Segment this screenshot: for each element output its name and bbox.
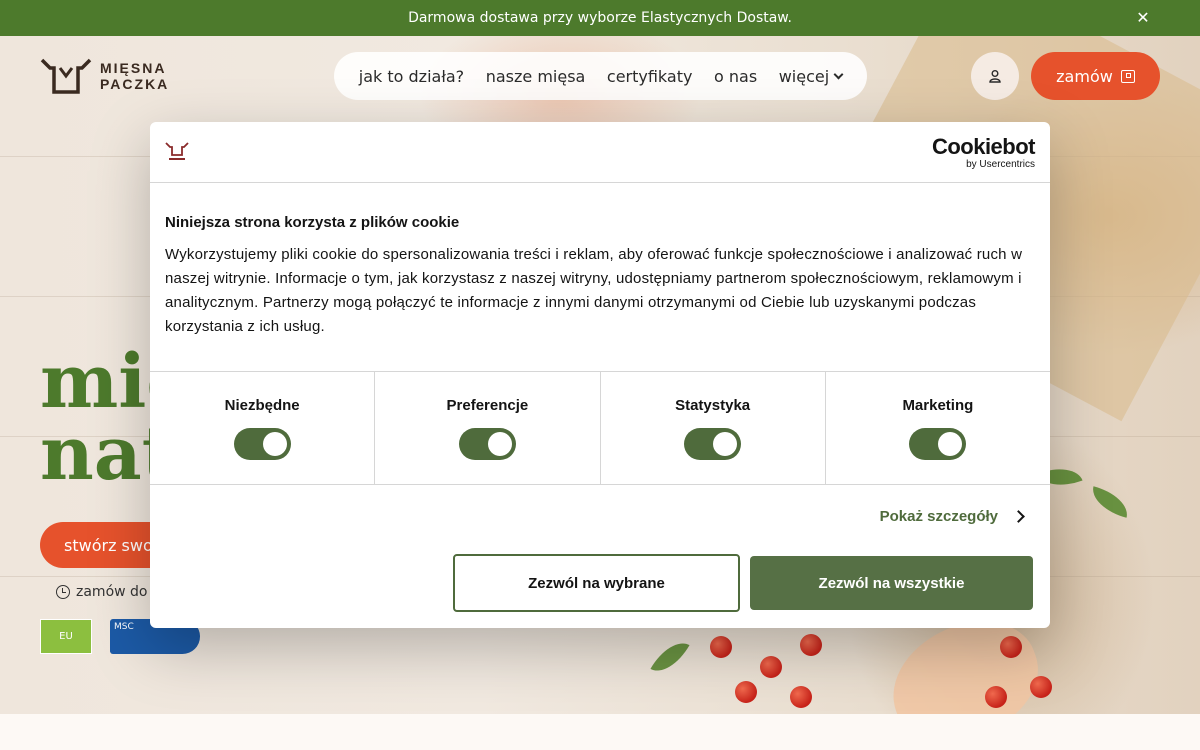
nav-item-more-label: więcej	[778, 66, 830, 86]
cookiebot-logo[interactable]: Cookiebot by Usercentrics	[932, 135, 1036, 171]
announcement-text: Darmowa dostawa przy wyborze Elastycznyc…	[408, 10, 792, 26]
dialog-description: Wykorzystujemy pliki cookie do spersonal…	[165, 246, 1023, 335]
statistics-toggle[interactable]	[684, 428, 742, 460]
category-statistics: Statystyka	[601, 372, 826, 484]
announcement-bar: Darmowa dostawa przy wyborze Elastycznyc…	[0, 0, 1200, 36]
main-nav: jak to działa? nasze mięsa certyfikaty o…	[334, 52, 867, 100]
site-mini-logo	[165, 142, 189, 160]
allow-all-button[interactable]: Zezwól na wszystkie	[750, 556, 1033, 610]
box-icon	[1120, 69, 1135, 83]
allow-selected-button[interactable]: Zezwól na wybrane	[453, 554, 740, 612]
chevron-right-icon	[1012, 510, 1025, 523]
nav-item-our-meats[interactable]: nasze mięsa	[486, 67, 586, 86]
nav-item-certificates[interactable]: certyfikaty	[607, 67, 693, 86]
eu-organic-logo: EU	[40, 619, 92, 654]
order-button-label: zamów	[1056, 66, 1113, 86]
order-deadline-note: zamów do 1	[56, 584, 161, 600]
marketing-toggle[interactable]	[909, 428, 967, 460]
category-marketing: Marketing	[826, 372, 1050, 484]
site-logo[interactable]: MIĘSNA PACZKA	[40, 56, 169, 96]
bull-logo-icon	[40, 58, 92, 94]
account-button[interactable]	[971, 52, 1019, 100]
nav-item-more[interactable]: więcej	[778, 66, 844, 86]
dialog-body: Niniejsza strona korzysta z plików cooki…	[165, 214, 1025, 339]
chevron-down-icon	[833, 69, 844, 79]
logo-wordmark: MIĘSNA PACZKA	[100, 60, 170, 92]
close-icon[interactable]: ✕	[1134, 9, 1152, 27]
clock-icon	[56, 585, 70, 599]
category-preferences: Preferencje	[375, 372, 601, 484]
order-deadline-text: zamów do 1	[76, 584, 161, 600]
nav-item-how-it-works[interactable]: jak to działa?	[359, 67, 464, 86]
show-details-link[interactable]: Pokaż szczegóły	[880, 508, 1025, 525]
nav-item-about[interactable]: o nas	[714, 67, 757, 86]
category-necessary: Niezbędne	[150, 372, 376, 484]
dialog-header: Cookiebot by Usercentrics	[150, 122, 1050, 183]
dialog-title: Niniejsza strona korzysta z plików cooki…	[165, 214, 460, 231]
preferences-toggle[interactable]	[458, 428, 516, 460]
order-button[interactable]: zamów	[1031, 52, 1160, 100]
cookie-consent-dialog: Cookiebot by Usercentrics Niniejsza stro…	[150, 122, 1050, 628]
necessary-toggle[interactable]	[233, 428, 291, 460]
user-icon	[989, 70, 1001, 83]
consent-categories: Niezbędne Preferencje Statystyka Marketi…	[150, 371, 1050, 485]
